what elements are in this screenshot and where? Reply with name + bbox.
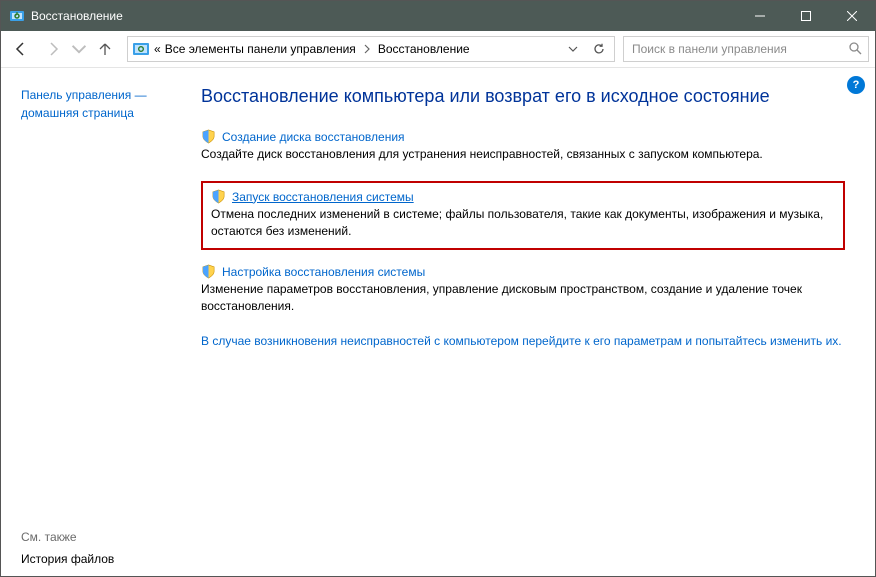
section-configure-restore: Настройка восстановления системы Изменен… [201, 264, 845, 315]
nav-back-button[interactable] [7, 35, 35, 63]
shield-icon [201, 264, 216, 279]
create-recovery-drive-link[interactable]: Создание диска восстановления [222, 130, 405, 144]
sidebar-see-also-title: См. также [21, 530, 181, 544]
sidebar-home-line2: домашняя страница [21, 104, 181, 122]
address-bar[interactable]: « Все элементы панели управления Восстан… [127, 36, 615, 62]
sidebar-top: Панель управления — домашняя страница [21, 86, 181, 530]
search-icon[interactable] [848, 41, 862, 58]
minimize-button[interactable] [737, 1, 783, 31]
sidebar-home-line1: Панель управления — [21, 86, 181, 104]
section2-head: Запуск восстановления системы [211, 189, 835, 204]
sidebar-file-history-link[interactable]: История файлов [21, 552, 181, 566]
sidebar-home-link[interactable]: Панель управления — домашняя страница [21, 86, 181, 122]
titlebar-left: Восстановление [9, 8, 123, 24]
search-input[interactable] [630, 41, 848, 57]
section-create-recovery-drive: Создание диска восстановления Создайте д… [201, 129, 845, 163]
app-icon [9, 8, 25, 24]
navbar: « Все элементы панели управления Восстан… [1, 31, 875, 68]
refresh-button[interactable] [588, 38, 610, 60]
chevron-right-icon[interactable] [360, 37, 374, 61]
search-box[interactable] [623, 36, 869, 62]
window-controls [737, 1, 875, 31]
body: Панель управления — домашняя страница См… [1, 68, 875, 576]
shield-icon [211, 189, 226, 204]
sidebar-bottom: См. также История файлов [21, 530, 181, 566]
titlebar: Восстановление [1, 1, 875, 31]
start-system-restore-link[interactable]: Запуск восстановления системы [232, 190, 414, 204]
sidebar: Панель управления — домашняя страница См… [1, 68, 191, 576]
section3-desc: Изменение параметров восстановления, упр… [201, 281, 845, 315]
window-root: Восстановление [0, 0, 876, 577]
address-dropdown-button[interactable] [562, 38, 584, 60]
control-panel-icon [132, 40, 150, 58]
breadcrumb-item-1[interactable]: Все элементы панели управления [165, 42, 356, 56]
maximize-button[interactable] [783, 1, 829, 31]
section1-head: Создание диска восстановления [201, 129, 845, 144]
window-title: Восстановление [31, 9, 123, 23]
breadcrumb-prefix: « [154, 42, 161, 56]
section1-desc: Создайте диск восстановления для устране… [201, 146, 845, 163]
breadcrumb-item-2[interactable]: Восстановление [378, 42, 470, 56]
configure-system-restore-link[interactable]: Настройка восстановления системы [222, 265, 425, 279]
nav-up-button[interactable] [91, 35, 119, 63]
content: ? Восстановление компьютера или возврат … [191, 68, 875, 576]
page-title: Восстановление компьютера или возврат ег… [201, 86, 845, 107]
nav-forward-button[interactable] [39, 35, 67, 63]
section3-head: Настройка восстановления системы [201, 264, 845, 279]
highlighted-section: Запуск восстановления системы Отмена пос… [201, 181, 845, 250]
shield-icon [201, 129, 216, 144]
close-button[interactable] [829, 1, 875, 31]
troubleshoot-link[interactable]: В случае возникновения неисправностей с … [201, 333, 845, 350]
help-button[interactable]: ? [847, 76, 865, 94]
nav-recent-dropdown[interactable] [71, 35, 87, 63]
section2-desc: Отмена последних изменений в системе; фа… [211, 206, 835, 240]
